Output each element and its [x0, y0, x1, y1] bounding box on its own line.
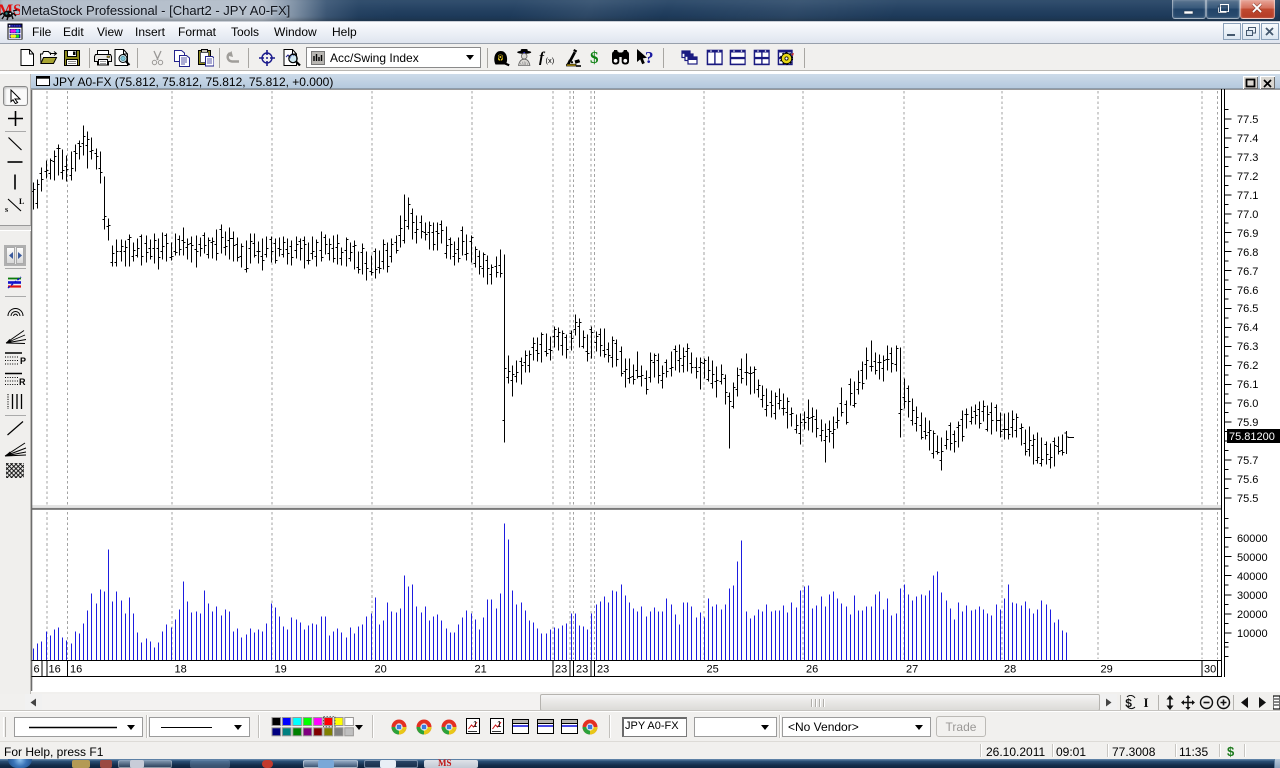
svg-text:16: 16 — [70, 664, 82, 676]
svg-text:18: 18 — [175, 664, 187, 676]
svg-text:76.7: 76.7 — [1237, 266, 1258, 278]
svg-text:1: 1 — [473, 720, 478, 729]
svg-text:76.6: 76.6 — [1237, 285, 1258, 297]
svg-text:76.1: 76.1 — [1237, 379, 1258, 391]
svg-text:50000: 50000 — [1237, 552, 1268, 564]
svg-text:21: 21 — [475, 664, 487, 676]
svg-text:6: 6 — [34, 664, 40, 676]
svg-text:76.4: 76.4 — [1237, 322, 1258, 334]
svg-text:60000: 60000 — [1237, 533, 1268, 545]
svg-text:40000: 40000 — [1237, 571, 1268, 583]
svg-text:77.2: 77.2 — [1237, 171, 1258, 183]
svg-text:75.6: 75.6 — [1237, 474, 1258, 486]
svg-text:P: P — [20, 356, 26, 366]
svg-text:76.9: 76.9 — [1237, 228, 1258, 240]
svg-text:77.3: 77.3 — [1237, 152, 1258, 164]
svg-text:76.2: 76.2 — [1237, 360, 1258, 372]
svg-text:L: L — [19, 197, 24, 206]
svg-text:77.5: 77.5 — [1237, 114, 1258, 126]
svg-text:25: 25 — [707, 664, 719, 676]
svg-text:10000: 10000 — [1237, 628, 1268, 640]
svg-text:23: 23 — [597, 664, 609, 676]
svg-text:76.3: 76.3 — [1237, 341, 1258, 353]
svg-text:R: R — [19, 377, 26, 387]
svg-text:s: s — [5, 205, 8, 214]
svg-text:20000: 20000 — [1237, 609, 1268, 621]
svg-text:76.8: 76.8 — [1237, 247, 1258, 259]
svg-text:?: ? — [645, 48, 654, 67]
svg-text:1: 1 — [497, 720, 502, 729]
svg-text:27: 27 — [906, 664, 918, 676]
svg-text:30: 30 — [1204, 664, 1216, 676]
svg-text:28: 28 — [1004, 664, 1016, 676]
svg-text:77.4: 77.4 — [1237, 133, 1258, 145]
svg-text:19: 19 — [275, 664, 287, 676]
svg-text:75.9: 75.9 — [1237, 417, 1258, 429]
svg-text:20: 20 — [375, 664, 387, 676]
svg-text:76.0: 76.0 — [1237, 398, 1258, 410]
svg-text:23: 23 — [555, 664, 567, 676]
svg-text:26: 26 — [806, 664, 818, 676]
svg-text:75.7: 75.7 — [1237, 455, 1258, 467]
svg-text:30000: 30000 — [1237, 590, 1268, 602]
svg-text:75.81200: 75.81200 — [1229, 431, 1275, 443]
svg-text:76.5: 76.5 — [1237, 303, 1258, 315]
svg-text:29: 29 — [1101, 664, 1113, 676]
svg-text:23: 23 — [576, 664, 588, 676]
svg-text:77.0: 77.0 — [1237, 209, 1258, 221]
svg-text:16: 16 — [49, 664, 61, 676]
svg-text:77.1: 77.1 — [1237, 190, 1258, 202]
svg-text:75.5: 75.5 — [1237, 493, 1258, 505]
svg-text:(x): (x) — [546, 56, 555, 65]
